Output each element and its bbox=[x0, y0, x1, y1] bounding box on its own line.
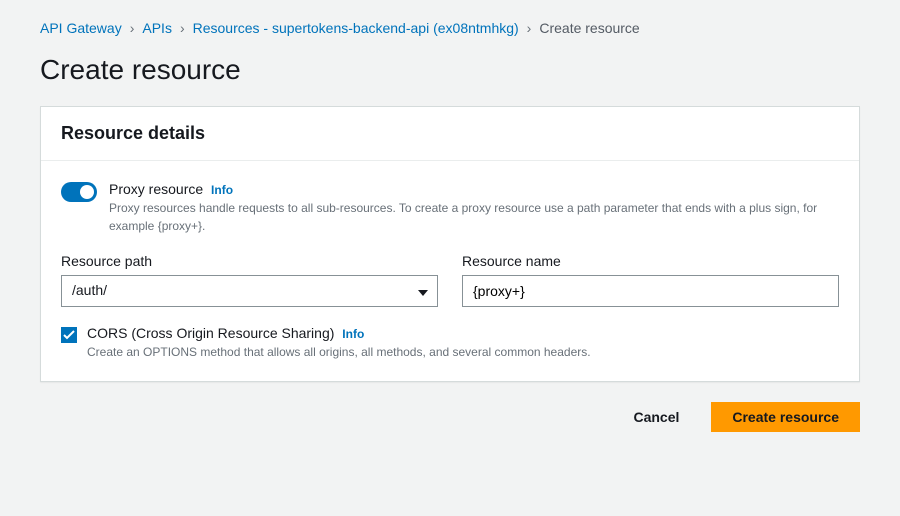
resource-path-label: Resource path bbox=[61, 253, 438, 269]
breadcrumb: API Gateway › APIs › Resources - superto… bbox=[40, 20, 860, 36]
chevron-right-icon: › bbox=[130, 20, 135, 36]
chevron-right-icon: › bbox=[180, 20, 185, 36]
breadcrumb-current: Create resource bbox=[539, 20, 639, 36]
cors-info-link[interactable]: Info bbox=[342, 327, 364, 341]
cors-help-text: Create an OPTIONS method that allows all… bbox=[87, 343, 591, 361]
resource-path-select[interactable]: /auth/ bbox=[61, 275, 438, 307]
chevron-right-icon: › bbox=[527, 20, 532, 36]
check-icon bbox=[63, 330, 75, 340]
panel-header: Resource details bbox=[41, 107, 859, 161]
cors-checkbox[interactable] bbox=[61, 327, 77, 343]
breadcrumb-link-api-gateway[interactable]: API Gateway bbox=[40, 20, 122, 36]
breadcrumb-link-apis[interactable]: APIs bbox=[142, 20, 172, 36]
proxy-resource-toggle[interactable] bbox=[61, 182, 97, 202]
breadcrumb-link-resources[interactable]: Resources - supertokens-backend-api (ex0… bbox=[193, 20, 519, 36]
resource-name-label: Resource name bbox=[462, 253, 839, 269]
proxy-info-link[interactable]: Info bbox=[211, 183, 233, 197]
cors-label: CORS (Cross Origin Resource Sharing) bbox=[87, 325, 334, 341]
resource-details-panel: Resource details Proxy resource Info Pro… bbox=[40, 106, 860, 382]
cancel-button[interactable]: Cancel bbox=[613, 403, 699, 431]
create-resource-button[interactable]: Create resource bbox=[711, 402, 860, 432]
page-title: Create resource bbox=[40, 54, 860, 86]
resource-name-input[interactable] bbox=[462, 275, 839, 307]
proxy-help-text: Proxy resources handle requests to all s… bbox=[109, 199, 839, 235]
proxy-resource-label: Proxy resource bbox=[109, 181, 203, 197]
